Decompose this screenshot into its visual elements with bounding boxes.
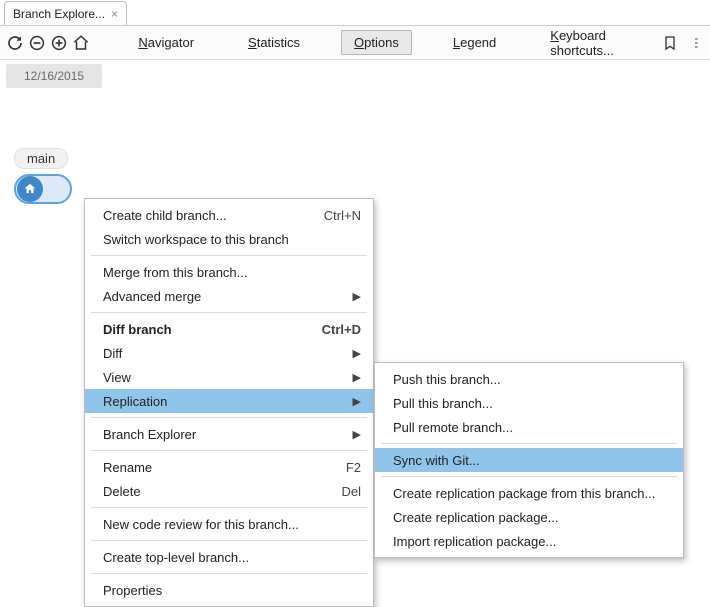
ctx-push-branch[interactable]: Push this branch... bbox=[375, 367, 683, 391]
tab-branch-explorer[interactable]: Branch Explore... × bbox=[4, 1, 127, 25]
ctx-sync-with-git[interactable]: Sync with Git... bbox=[375, 448, 683, 472]
separator bbox=[91, 255, 367, 256]
ctx-properties[interactable]: Properties bbox=[85, 578, 373, 602]
zoom-in-button[interactable] bbox=[50, 31, 68, 55]
menu-statistics[interactable]: Statistics bbox=[235, 30, 313, 55]
overflow-icon bbox=[692, 35, 702, 51]
ctx-diff-branch[interactable]: Diff branch Ctrl+D bbox=[85, 317, 373, 341]
separator bbox=[91, 417, 367, 418]
branch-node[interactable] bbox=[14, 174, 72, 204]
date-chip: 12/16/2015 bbox=[6, 64, 102, 88]
ctx-merge-from-branch[interactable]: Merge from this branch... bbox=[85, 260, 373, 284]
close-icon[interactable]: × bbox=[111, 8, 118, 20]
menu-options-rest: ptions bbox=[364, 35, 399, 50]
ctx-create-replication-package-branch[interactable]: Create replication package from this bra… bbox=[375, 481, 683, 505]
zoom-out-button[interactable] bbox=[28, 31, 46, 55]
chevron-right-icon: ▶ bbox=[353, 290, 361, 303]
ctx-new-code-review[interactable]: New code review for this branch... bbox=[85, 512, 373, 536]
chevron-right-icon: ▶ bbox=[353, 371, 361, 384]
ctx-branch-explorer[interactable]: Branch Explorer ▶ bbox=[85, 422, 373, 446]
ctx-delete[interactable]: Delete Del bbox=[85, 479, 373, 503]
menu-keyboard-shortcuts[interactable]: Keyboard shortcuts... bbox=[537, 23, 642, 63]
ctx-switch-workspace[interactable]: Switch workspace to this branch bbox=[85, 227, 373, 251]
bookmark-icon bbox=[662, 35, 678, 51]
menu-legend[interactable]: Legend bbox=[440, 30, 509, 55]
toolbar: Navigator Statistics Options Legend Keyb… bbox=[0, 26, 710, 60]
separator bbox=[381, 476, 677, 477]
menu-options[interactable]: Options bbox=[341, 30, 412, 55]
menu-navigator[interactable]: Navigator bbox=[125, 30, 207, 55]
ctx-create-child-branch[interactable]: Create child branch... Ctrl+N bbox=[85, 203, 373, 227]
refresh-icon bbox=[6, 34, 24, 52]
ctx-pull-remote-branch[interactable]: Pull remote branch... bbox=[375, 415, 683, 439]
ctx-import-replication-package[interactable]: Import replication package... bbox=[375, 529, 683, 553]
branch-label-main[interactable]: main bbox=[14, 148, 68, 169]
overflow-button[interactable] bbox=[692, 31, 702, 55]
menu-legend-rest: egend bbox=[460, 35, 496, 50]
separator bbox=[381, 443, 677, 444]
menu-navigator-rest: avigator bbox=[148, 35, 194, 50]
separator bbox=[91, 450, 367, 451]
tab-title: Branch Explore... bbox=[13, 7, 105, 21]
ctx-replication[interactable]: Replication ▶ bbox=[85, 389, 373, 413]
separator bbox=[91, 540, 367, 541]
separator bbox=[91, 573, 367, 574]
chevron-right-icon: ▶ bbox=[353, 347, 361, 360]
menu-statistics-rest: tatistics bbox=[257, 35, 300, 50]
refresh-button[interactable] bbox=[6, 31, 24, 55]
ctx-diff[interactable]: Diff ▶ bbox=[85, 341, 373, 365]
separator bbox=[91, 507, 367, 508]
plus-circle-icon bbox=[50, 34, 68, 52]
minus-circle-icon bbox=[28, 34, 46, 52]
ctx-create-replication-package[interactable]: Create replication package... bbox=[375, 505, 683, 529]
ctx-advanced-merge[interactable]: Advanced merge ▶ bbox=[85, 284, 373, 308]
branch-node-home-icon bbox=[17, 176, 43, 202]
home-icon bbox=[72, 34, 90, 52]
chevron-right-icon: ▶ bbox=[353, 428, 361, 441]
home-button[interactable] bbox=[72, 31, 90, 55]
context-menu-replication: Push this branch... Pull this branch... … bbox=[374, 362, 684, 558]
separator bbox=[91, 312, 367, 313]
ctx-create-top-level-branch[interactable]: Create top-level branch... bbox=[85, 545, 373, 569]
context-menu-branch: Create child branch... Ctrl+N Switch wor… bbox=[84, 198, 374, 607]
menu-keyboard-rest: eyboard shortcuts... bbox=[550, 28, 614, 58]
ctx-rename[interactable]: Rename F2 bbox=[85, 455, 373, 479]
date-strip: 12/16/2015 bbox=[0, 60, 710, 88]
ctx-view[interactable]: View ▶ bbox=[85, 365, 373, 389]
ctx-pull-branch[interactable]: Pull this branch... bbox=[375, 391, 683, 415]
chevron-right-icon: ▶ bbox=[353, 395, 361, 408]
bookmark-button[interactable] bbox=[658, 31, 682, 55]
